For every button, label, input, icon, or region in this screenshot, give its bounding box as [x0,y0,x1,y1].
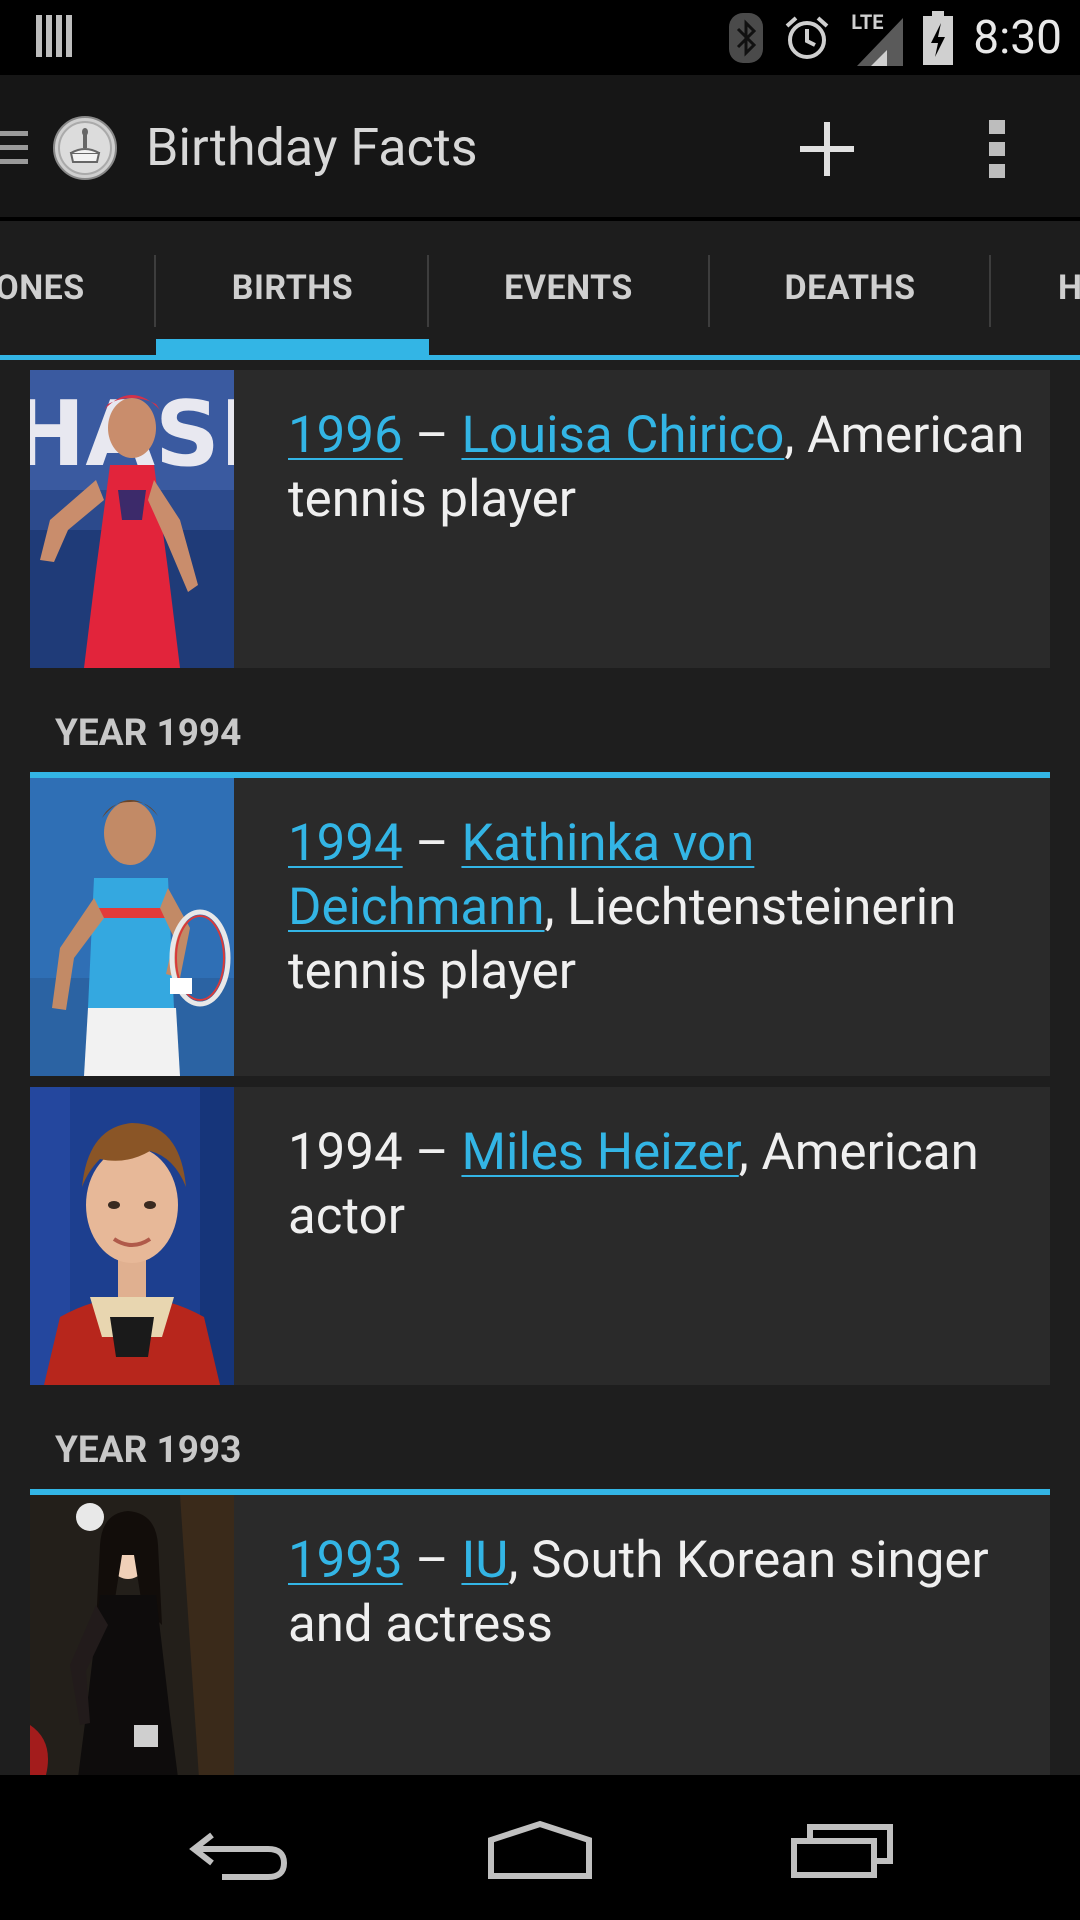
tennis-player-blue-shirt-photo [30,778,234,1076]
entry-text: 1993 – IU, South Korean singer and actre… [288,1529,1028,1657]
app-title: Birthday Facts [146,117,478,178]
home-icon[interactable] [485,1820,595,1880]
back-icon[interactable] [188,1825,290,1881]
signal-icon: LTE [851,10,904,66]
section-header: YEAR 1994 [55,712,242,755]
separator: – [402,814,462,873]
tab-deaths[interactable]: DEATHS [710,221,990,355]
actor-portrait-photo [30,1087,234,1385]
year-link[interactable]: 1996 [288,406,403,465]
tab-births[interactable]: BIRTHS [156,221,429,355]
drawer-icon[interactable] [0,128,30,168]
tab-label: DEATHS [784,268,916,308]
navigation-bar [0,1775,1080,1920]
selected-tab-indicator [156,339,429,355]
action-bar: Birthday Facts [0,75,1080,217]
alarm-icon [785,16,829,59]
clock: 8:30 [973,10,1062,65]
entry-text: 1994 – Kathinka von Deichmann, Liechtens… [288,812,1028,1004]
births-list[interactable]: HASE 1996 – Louisa Chirico, American ten… [0,360,1080,1775]
tab-label: H [1058,268,1080,308]
notification-bars-icon [36,15,72,57]
separator: – [402,1531,462,1590]
tab-divider [989,255,991,327]
person-link[interactable]: Louisa Chirico [461,406,784,465]
section-header: YEAR 1993 [55,1429,242,1472]
list-item[interactable]: 1994 – Kathinka von Deichmann, Liechtens… [30,778,1050,1076]
list-item[interactable]: 1994 – Miles Heizer, American actor [30,1087,1050,1385]
separator: – [402,1123,462,1182]
person-link[interactable]: Miles Heizer [461,1123,738,1182]
cake-logo-icon[interactable] [52,115,118,181]
tab-events[interactable]: EVENTS [429,221,708,355]
tab-label: ONES [0,268,85,308]
list-item[interactable]: HASE 1996 – Louisa Chirico, American ten… [30,370,1050,668]
tab-strip: ONES BIRTHS EVENTS DEATHS H [0,221,1080,355]
year-link[interactable]: 1993 [288,1531,403,1590]
battery-charging-icon [923,10,954,65]
year-link[interactable]: 1994 [288,814,403,873]
tab-holidays[interactable]: H [1058,221,1080,355]
tennis-player-red-dress-photo: HASE [30,370,234,668]
list-item[interactable]: 1993 – IU, South Korean singer and actre… [30,1495,1050,1775]
tab-label: EVENTS [504,268,633,308]
entry-text: 1994 – Miles Heizer, American actor [288,1121,1028,1249]
add-icon[interactable] [797,119,857,179]
overflow-menu-icon[interactable] [984,118,1010,180]
tab-label: BIRTHS [231,268,354,308]
singer-black-dress-photo [30,1495,234,1775]
separator: – [402,406,462,465]
year-text: 1994 [288,1123,403,1182]
status-bar: LTE 8:30 [0,0,1080,75]
tab-ones[interactable]: ONES [0,221,100,355]
person-link[interactable]: IU [461,1531,508,1590]
entry-text: 1996 – Louisa Chirico, American tennis p… [288,404,1028,532]
recents-icon[interactable] [790,1823,896,1879]
bluetooth-icon [729,12,764,63]
